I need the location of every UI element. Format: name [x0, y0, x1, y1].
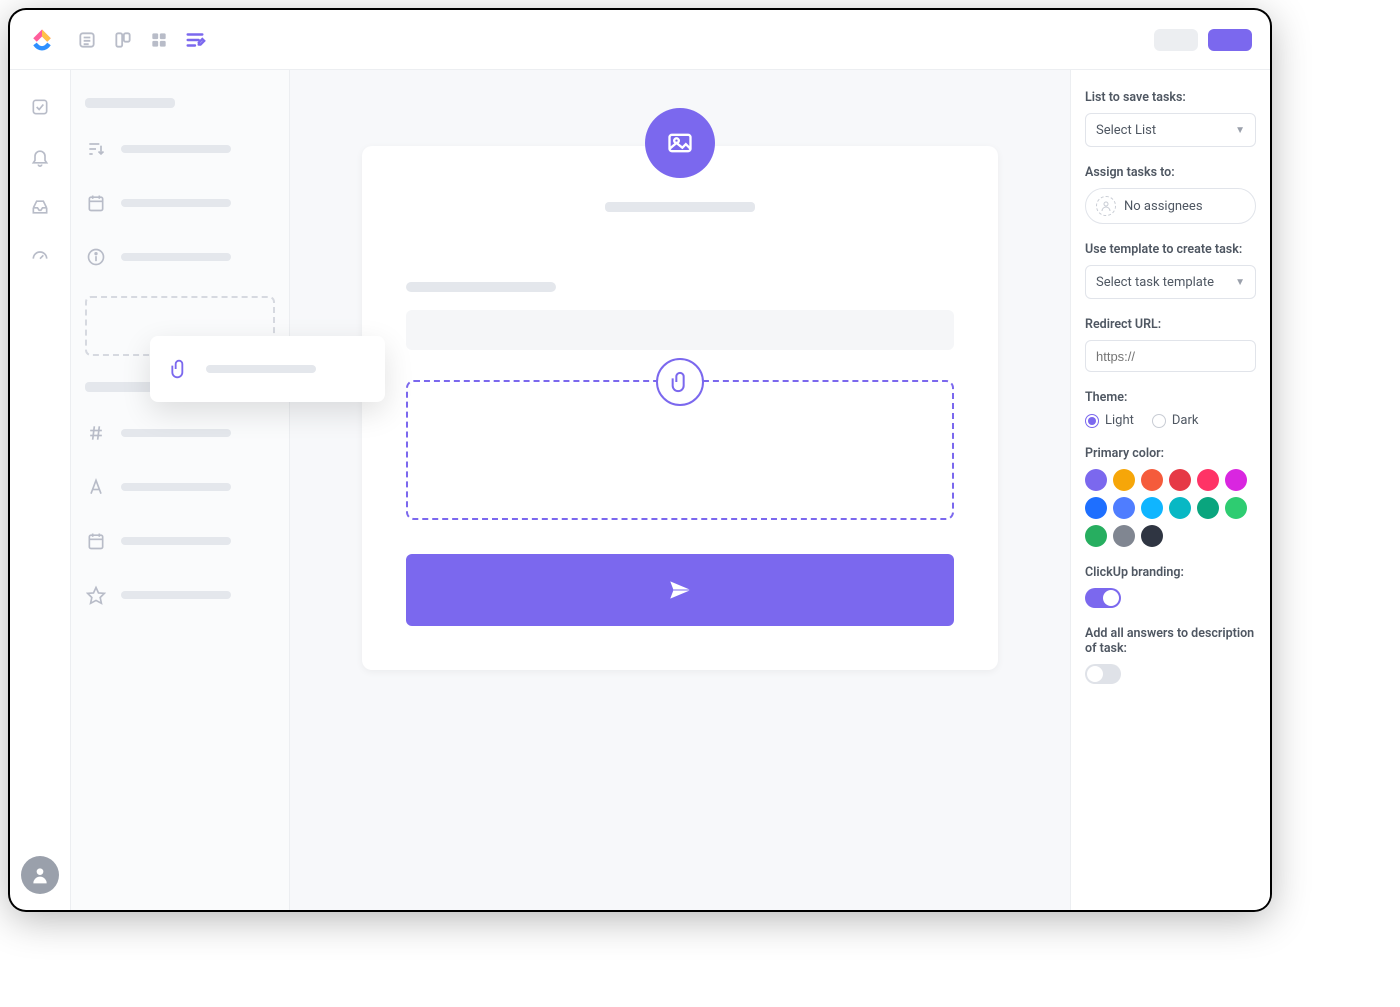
topbar: [10, 10, 1270, 70]
template-select[interactable]: Select task template ▼: [1085, 265, 1256, 299]
send-icon: [667, 577, 693, 603]
sort-icon: [85, 138, 107, 160]
color-swatch[interactable]: [1141, 525, 1163, 547]
field-sort[interactable]: [85, 134, 275, 164]
form-cover-badge[interactable]: [645, 108, 715, 178]
field-number[interactable]: [85, 418, 275, 448]
info-icon: [85, 246, 107, 268]
color-swatch[interactable]: [1197, 497, 1219, 519]
field-label-placeholder: [121, 537, 231, 545]
color-swatch[interactable]: [1169, 469, 1191, 491]
submit-button[interactable]: [406, 554, 954, 626]
field-label-placeholder: [121, 429, 231, 437]
rail-dashboard-icon[interactable]: [29, 246, 51, 268]
field-rating[interactable]: [85, 580, 275, 610]
field-label-placeholder: [121, 591, 231, 599]
color-swatch[interactable]: [1225, 469, 1247, 491]
color-swatch[interactable]: [1141, 497, 1163, 519]
color-swatch[interactable]: [1085, 525, 1107, 547]
font-icon: [85, 476, 107, 498]
view-grid-icon[interactable]: [148, 29, 170, 51]
question-label-placeholder[interactable]: [406, 282, 556, 292]
redirect-input[interactable]: [1085, 340, 1256, 372]
topbar-placeholder-1: [1154, 29, 1198, 51]
dragged-field-attachment[interactable]: [150, 336, 385, 402]
primary-color-label: Primary color:: [1085, 446, 1256, 461]
attachment-dropzone[interactable]: [406, 380, 954, 520]
theme-light-radio[interactable]: Light: [1085, 413, 1134, 428]
color-swatch[interactable]: [1169, 497, 1191, 519]
assign-label: Assign tasks to:: [1085, 165, 1256, 180]
color-swatches: [1085, 469, 1256, 547]
color-swatch[interactable]: [1085, 469, 1107, 491]
redirect-label: Redirect URL:: [1085, 317, 1256, 332]
dragged-field-label: [206, 365, 316, 373]
color-swatch[interactable]: [1141, 469, 1163, 491]
sidebar-heading-1: [85, 98, 175, 108]
field-label-placeholder: [121, 253, 231, 261]
answers-toggle[interactable]: [1085, 664, 1121, 684]
topbar-action-button[interactable]: [1208, 29, 1252, 51]
view-form-icon[interactable]: [184, 29, 206, 51]
left-rail: [10, 70, 70, 910]
field-text[interactable]: [85, 472, 275, 502]
template-label: Use template to create task:: [1085, 242, 1256, 257]
field-info[interactable]: [85, 242, 275, 272]
theme-dark-radio[interactable]: Dark: [1152, 413, 1199, 428]
hash-icon: [85, 422, 107, 444]
rail-notifications-icon[interactable]: [29, 146, 51, 168]
star-icon: [85, 584, 107, 606]
assignee-select[interactable]: No assignees: [1085, 188, 1256, 224]
form-canvas: [290, 70, 1070, 910]
assignee-add-icon: [1096, 196, 1116, 216]
list-select[interactable]: Select List ▼: [1085, 113, 1256, 147]
field-label-placeholder: [121, 483, 231, 491]
question-input[interactable]: [406, 310, 954, 350]
color-swatch[interactable]: [1225, 497, 1247, 519]
branding-toggle[interactable]: [1085, 588, 1121, 608]
assignee-value: No assignees: [1124, 199, 1203, 214]
list-select-value: Select List: [1096, 123, 1156, 138]
field-label-placeholder: [121, 199, 231, 207]
answers-label: Add all answers to description of task:: [1085, 626, 1256, 656]
fields-sidebar: [70, 70, 290, 910]
field-date[interactable]: [85, 188, 275, 218]
rail-inbox-icon[interactable]: [29, 196, 51, 218]
view-board-icon[interactable]: [112, 29, 134, 51]
rail-tasks-icon[interactable]: [29, 96, 51, 118]
clickup-logo: [28, 26, 56, 54]
form-card: [362, 146, 998, 670]
calendar-icon: [85, 530, 107, 552]
color-swatch[interactable]: [1085, 497, 1107, 519]
chevron-down-icon: ▼: [1235, 125, 1245, 136]
view-list-icon[interactable]: [76, 29, 98, 51]
color-swatch[interactable]: [1113, 497, 1135, 519]
user-avatar[interactable]: [21, 856, 59, 894]
color-swatch[interactable]: [1113, 525, 1135, 547]
theme-label: Theme:: [1085, 390, 1256, 405]
settings-panel: List to save tasks: Select List ▼ Assign…: [1070, 70, 1270, 910]
list-label: List to save tasks:: [1085, 90, 1256, 105]
attachment-badge-icon: [656, 358, 704, 406]
color-swatch[interactable]: [1113, 469, 1135, 491]
calendar-icon: [85, 192, 107, 214]
form-title-placeholder[interactable]: [605, 202, 755, 212]
branding-label: ClickUp branding:: [1085, 565, 1256, 580]
color-swatch[interactable]: [1197, 469, 1219, 491]
attachment-icon: [168, 358, 190, 380]
field-label-placeholder: [121, 145, 231, 153]
template-select-value: Select task template: [1096, 275, 1214, 290]
field-date-2[interactable]: [85, 526, 275, 556]
chevron-down-icon: ▼: [1235, 277, 1245, 288]
app-window: List to save tasks: Select List ▼ Assign…: [10, 10, 1270, 910]
